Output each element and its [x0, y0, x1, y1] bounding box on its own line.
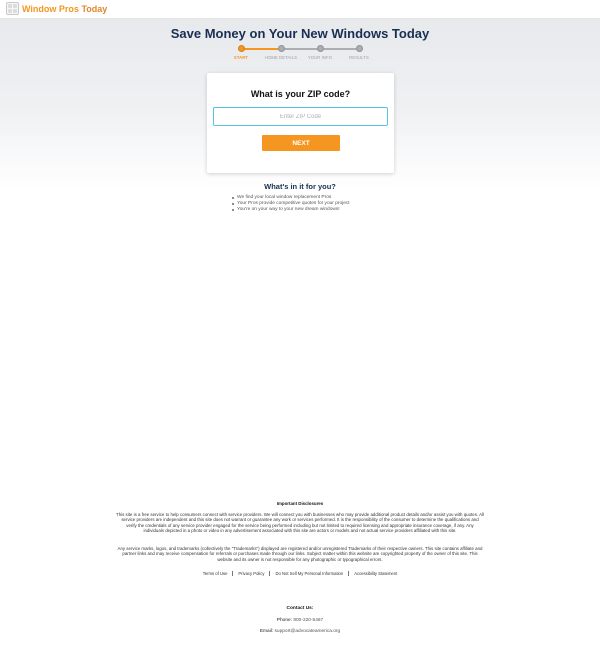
top-bar: Window Pros Today — [0, 0, 600, 19]
contact-email: Email: support@advocateamerica.org — [0, 629, 600, 634]
logo-text-part2: Today — [81, 3, 108, 14]
email-address[interactable]: support@advocateamerica.org — [275, 629, 341, 634]
zip-question: What is your ZIP code? — [250, 89, 351, 99]
zip-card: What is your ZIP code? NEXT — [207, 73, 394, 173]
contact-title: Contact Us: — [286, 606, 314, 611]
terms-link[interactable]: Terms of Use — [198, 571, 233, 576]
disclosures-title: Important Disclosures — [276, 501, 324, 506]
footer-links: Terms of Use Privacy Policy Do Not Sell … — [0, 571, 600, 576]
window-logo-icon — [6, 2, 19, 15]
step-dot — [355, 45, 363, 52]
step-dot — [277, 45, 285, 52]
email-label: Email: — [259, 629, 274, 634]
step-dot — [316, 45, 324, 52]
disclosure-paragraph-2: Any service marks, logos, and trademarks… — [117, 546, 483, 562]
benefits-list: We find your local window replacement Pr… — [232, 195, 350, 213]
disclosure-paragraph-1: This site is a free service to help cons… — [116, 512, 484, 533]
benefits-title: What's in it for you? — [264, 182, 336, 191]
list-item: You're on your way to your new dream win… — [232, 207, 350, 213]
step-dot — [237, 45, 245, 52]
do-not-sell-link[interactable]: Do Not Sell My Personal Information — [269, 571, 348, 576]
zip-code-input[interactable] — [213, 107, 388, 126]
logo-text: Window Pros Today — [22, 4, 107, 14]
logo-text-part1: Window Pros — [22, 3, 79, 14]
site-logo[interactable]: Window Pros Today — [6, 2, 107, 15]
phone-number[interactable]: 800-220-5467 — [293, 618, 323, 623]
progress-steps: START HOME DETAILS YOUR INFO RESULTS — [226, 45, 376, 65]
phone-label: Phone: — [276, 618, 292, 623]
next-button[interactable]: NEXT — [262, 135, 340, 151]
page-headline: Save Money on Your New Windows Today — [170, 26, 430, 41]
privacy-link[interactable]: Privacy Policy — [232, 571, 269, 576]
accessibility-link[interactable]: Accessibility Statement — [348, 571, 402, 576]
contact-phone: Phone: 800-220-5467 — [0, 618, 600, 623]
step-label: RESULTS — [349, 55, 369, 60]
step-results: RESULTS — [334, 45, 384, 60]
